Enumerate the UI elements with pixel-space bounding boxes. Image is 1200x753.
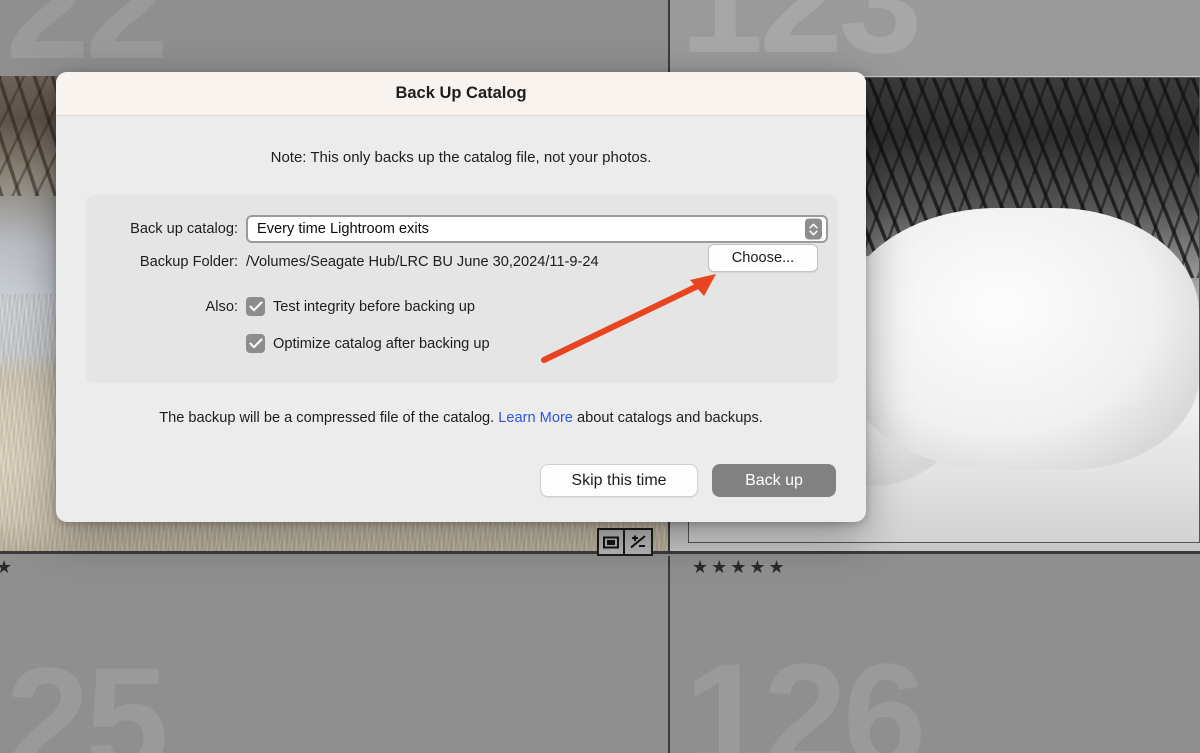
settings-panel: Back up catalog: Every time Lightroom ex… — [86, 195, 838, 383]
backup-folder-path: /Volumes/Seagate Hub/LRC BU June 30,2024… — [246, 254, 599, 270]
learn-more-link[interactable]: Learn More — [498, 410, 573, 426]
cell-number-25: 25 — [6, 636, 169, 753]
develop-badge[interactable] — [625, 530, 651, 554]
grid-cell-bottom-right[interactable]: 126 — [670, 554, 1200, 753]
grid-cell-top-right[interactable]: 123 — [670, 0, 1200, 76]
crop-badge[interactable] — [599, 530, 625, 554]
catalog-frequency-row: Back up catalog: Every time Lightroom ex… — [86, 215, 838, 243]
test-integrity-label: Test integrity before backing up — [273, 298, 475, 315]
dialog-title: Back Up Catalog — [395, 84, 527, 102]
grid-cell-bottom-left[interactable]: 25 — [0, 554, 668, 753]
grid-vertical-divider-bottom — [668, 556, 670, 753]
optimize-catalog-checkbox[interactable] — [246, 334, 265, 353]
checkmark-icon — [248, 338, 263, 349]
back-up-catalog-dialog: Back Up Catalog Note: This only backs up… — [56, 72, 866, 522]
catalog-frequency-value: Every time Lightroom exits — [257, 221, 429, 237]
skip-this-time-button[interactable]: Skip this time — [540, 464, 698, 497]
also-label: Also: — [205, 298, 238, 315]
optimize-catalog-label: Optimize catalog after backing up — [273, 335, 490, 352]
also-row-test-integrity: Also: Test integrity before backing up — [86, 297, 838, 316]
footer-text-before: The backup will be a compressed file of … — [159, 410, 499, 426]
catalog-frequency-label: Back up catalog: — [130, 221, 238, 237]
catalog-frequency-select[interactable]: Every time Lightroom exits — [246, 215, 828, 243]
dialog-action-buttons: Skip this time Back up — [540, 464, 836, 497]
also-row-optimize-catalog: Optimize catalog after backing up — [86, 334, 838, 353]
star-rating-right-photo[interactable]: ★★★★★ — [692, 558, 788, 576]
cell-number-123: 123 — [680, 0, 922, 75]
dialog-note: Note: This only backs up the catalog fil… — [270, 149, 652, 166]
test-integrity-checkbox[interactable] — [246, 297, 265, 316]
cell-number-22: 22 — [6, 0, 169, 76]
grid-cell-top-left[interactable]: 22 — [0, 0, 668, 76]
polar-bear-right — [839, 208, 1199, 470]
choose-folder-button[interactable]: Choose... — [708, 244, 818, 272]
lightroom-grid-background: 22 123 25 126 — [0, 0, 1200, 753]
dialog-footer-note: The backup will be a compressed file of … — [56, 410, 866, 426]
photo-badges[interactable] — [597, 528, 653, 556]
back-up-button[interactable]: Back up — [712, 464, 836, 497]
checkmark-icon — [248, 301, 263, 312]
chevron-up-down-icon[interactable] — [805, 218, 822, 240]
footer-text-after: about catalogs and backups. — [572, 410, 763, 426]
star-rating-left-photo[interactable]: ★ — [0, 558, 15, 576]
cell-number-126: 126 — [684, 632, 926, 753]
backup-folder-label: Backup Folder: — [139, 254, 238, 270]
dialog-titlebar: Back Up Catalog — [56, 72, 866, 116]
